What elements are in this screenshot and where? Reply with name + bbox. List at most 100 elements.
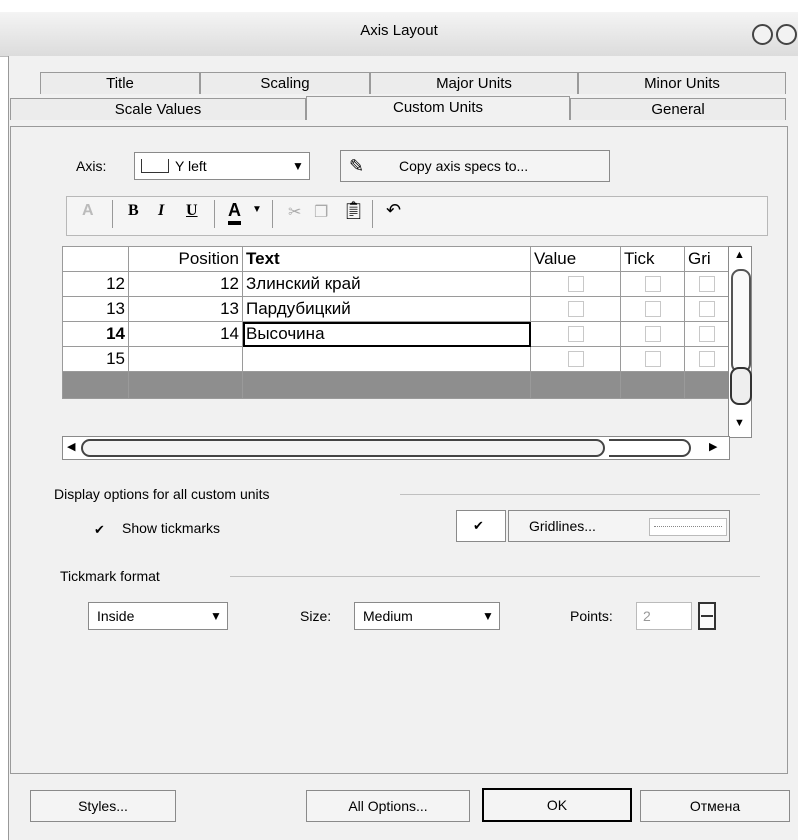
tickmark-format-title: Tickmark format bbox=[60, 568, 160, 584]
format-toolbar bbox=[66, 196, 768, 236]
pencil-icon: ✎ bbox=[349, 156, 365, 176]
toolbar-divider bbox=[112, 200, 113, 228]
toolbar-divider bbox=[214, 200, 215, 228]
chevron-down-icon[interactable]: ▼ bbox=[205, 603, 227, 629]
row-number: 13 bbox=[62, 296, 129, 322]
value-checkbox[interactable] bbox=[530, 346, 621, 372]
cancel-button[interactable]: Отмена bbox=[640, 790, 790, 822]
scroll-track-end bbox=[609, 439, 691, 457]
scroll-up-icon[interactable]: ▲ bbox=[734, 249, 745, 261]
value-checkbox[interactable] bbox=[530, 296, 621, 322]
value-checkbox[interactable] bbox=[530, 321, 621, 347]
scroll-thumb-horizontal[interactable] bbox=[81, 439, 605, 457]
tick-checkbox[interactable] bbox=[620, 296, 685, 322]
vertical-scrollbar[interactable]: ▲ ▼ bbox=[728, 246, 752, 438]
horizontal-scrollbar[interactable]: ◀ ▶ bbox=[62, 436, 730, 460]
gridline-checkbox[interactable] bbox=[684, 271, 729, 297]
scroll-left-icon[interactable]: ◀ bbox=[67, 440, 75, 453]
tick-header[interactable]: Tick bbox=[620, 246, 685, 272]
tickmark-size-select[interactable]: Medium ▼ bbox=[354, 602, 500, 630]
row-number: 14 bbox=[62, 321, 129, 347]
bold-button[interactable]: B bbox=[128, 202, 139, 220]
toolbar-divider bbox=[372, 200, 373, 228]
tab-minor-units[interactable]: Minor Units bbox=[578, 72, 786, 94]
points-value: 2 bbox=[643, 608, 651, 624]
table-row[interactable]: 13 13 Пардубицкий bbox=[62, 296, 729, 322]
tab-major-units[interactable]: Major Units bbox=[370, 72, 578, 94]
gridline-header[interactable]: Gri bbox=[684, 246, 729, 272]
tick-checkbox[interactable] bbox=[620, 271, 685, 297]
copy-icon[interactable]: ❐ bbox=[314, 202, 328, 222]
font-color-button[interactable]: A bbox=[228, 200, 241, 225]
axis-select[interactable]: Y left ▼ bbox=[134, 152, 310, 180]
points-label: Points: bbox=[570, 608, 613, 624]
position-cell[interactable]: 14 bbox=[128, 321, 243, 347]
gridline-checkbox[interactable] bbox=[684, 346, 729, 372]
gridlines-label: Gridlines... bbox=[529, 518, 596, 534]
gridlines-checkbox[interactable]: ✔ bbox=[456, 510, 506, 542]
tab-scaling[interactable]: Scaling bbox=[200, 72, 370, 94]
underline-button[interactable]: U bbox=[186, 202, 198, 220]
gridline-checkbox[interactable] bbox=[684, 296, 729, 322]
position-header[interactable]: Position bbox=[128, 246, 243, 272]
chevron-down-icon[interactable]: ▼ bbox=[477, 603, 499, 629]
axis-swatch-icon bbox=[141, 159, 169, 173]
axis-label: Axis: bbox=[76, 158, 107, 174]
checkmark-icon: ✔ bbox=[473, 518, 484, 533]
window-title: Axis Layout bbox=[360, 22, 438, 39]
text-cell[interactable]: Злинский край bbox=[242, 271, 531, 297]
copy-axis-button[interactable]: ✎ Copy axis specs to... bbox=[340, 150, 610, 182]
group-divider bbox=[400, 494, 760, 495]
undo-icon[interactable]: ↶ bbox=[386, 200, 401, 221]
table-row[interactable]: 15 bbox=[62, 346, 729, 372]
styles-button[interactable]: Styles... bbox=[30, 790, 176, 822]
text-cell[interactable]: Пардубицкий bbox=[242, 296, 531, 322]
scroll-right-icon[interactable]: ▶ bbox=[709, 440, 717, 453]
tickmark-placement-select[interactable]: Inside ▼ bbox=[88, 602, 228, 630]
position-cell[interactable]: 13 bbox=[128, 296, 243, 322]
value-checkbox[interactable] bbox=[530, 271, 621, 297]
all-options-button[interactable]: All Options... bbox=[306, 790, 470, 822]
table-row[interactable]: 14 14 Высочина bbox=[62, 321, 729, 347]
grid-header-row: Position Text Value Tick Gri bbox=[62, 246, 729, 272]
size-label: Size: bbox=[300, 608, 332, 624]
group-divider bbox=[230, 576, 760, 577]
scroll-thumb[interactable] bbox=[730, 367, 752, 405]
close-icon[interactable] bbox=[776, 24, 797, 45]
row-number-header bbox=[62, 246, 129, 272]
gridline-checkbox[interactable] bbox=[684, 321, 729, 347]
chevron-down-icon[interactable]: ▼ bbox=[287, 153, 309, 179]
tick-checkbox[interactable] bbox=[620, 346, 685, 372]
tab-general[interactable]: General bbox=[570, 98, 786, 120]
text-cell[interactable] bbox=[242, 346, 531, 372]
toolbar-divider bbox=[272, 200, 273, 228]
tickmark-placement-value: Inside bbox=[97, 608, 135, 624]
axis-value: Y left bbox=[175, 158, 207, 174]
show-tickmarks-label: Show tickmarks bbox=[122, 520, 221, 536]
row-number: 15 bbox=[62, 346, 129, 372]
tab-title[interactable]: Title bbox=[40, 72, 200, 94]
tab-custom-units[interactable]: Custom Units bbox=[306, 96, 570, 120]
minimize-icon[interactable] bbox=[752, 24, 773, 45]
text-cell-selected[interactable]: Высочина bbox=[242, 321, 531, 347]
position-cell[interactable]: 12 bbox=[128, 271, 243, 297]
gridlines-button[interactable]: Gridlines... bbox=[508, 510, 730, 542]
tickmark-size-value: Medium bbox=[363, 608, 413, 624]
ok-button[interactable]: OK bbox=[482, 788, 632, 822]
paste-icon[interactable]: 📋︎ bbox=[342, 200, 365, 221]
font-icon[interactable]: A bbox=[82, 202, 94, 220]
scroll-down-icon[interactable]: ▼ bbox=[734, 417, 745, 429]
text-header[interactable]: Text bbox=[242, 246, 531, 272]
caret-down-icon[interactable]: ▼ bbox=[252, 204, 262, 215]
points-input[interactable]: 2 bbox=[636, 602, 692, 630]
row-number: 12 bbox=[62, 271, 129, 297]
show-tickmarks-checkbox[interactable]: ✔ bbox=[92, 522, 107, 537]
cut-icon[interactable]: ✂ bbox=[288, 202, 301, 222]
position-cell[interactable] bbox=[128, 346, 243, 372]
value-header[interactable]: Value bbox=[530, 246, 621, 272]
tick-checkbox[interactable] bbox=[620, 321, 685, 347]
table-row[interactable]: 12 12 Злинский край bbox=[62, 271, 729, 297]
tab-scale-values[interactable]: Scale Values bbox=[10, 98, 306, 120]
points-stepper[interactable] bbox=[698, 602, 716, 630]
italic-button[interactable]: I bbox=[158, 202, 164, 220]
